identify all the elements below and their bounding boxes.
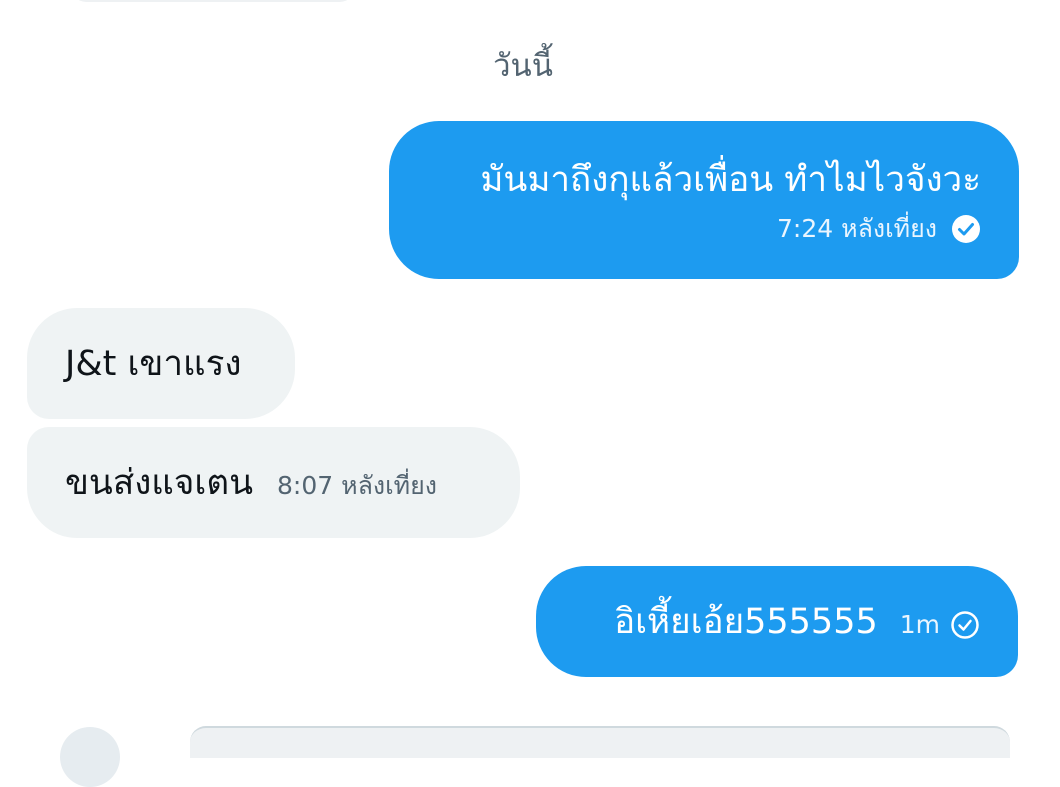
message-timestamp: 8:07 หลังเที่ยง <box>277 470 437 500</box>
incoming-message-bubble[interactable]: J&t เขาแรง <box>27 308 295 419</box>
message-meta: 7:24 หลังเที่ยง <box>427 209 981 249</box>
message-text: มันมาถึงกุแล้วเพื่อน ทำไมไวจังวะ <box>480 160 981 200</box>
check-outline-icon <box>950 610 980 640</box>
message-timestamp: 7:24 หลังเที่ยง <box>777 214 937 243</box>
message-timestamp: 1m <box>899 610 940 639</box>
outgoing-message-bubble[interactable]: อิเหี้ยเอ้ย555555 1m <box>536 566 1018 677</box>
message-text: J&t เขาแรง <box>65 344 242 384</box>
message-composer-edge[interactable] <box>190 726 1010 758</box>
avatar[interactable] <box>60 727 120 787</box>
check-filled-icon <box>951 214 981 244</box>
message-text: ขนส่งแจเตน <box>65 463 253 503</box>
previous-message-bubble-edge <box>72 0 354 2</box>
outgoing-message-bubble[interactable]: มันมาถึงกุแล้วเพื่อน ทำไมไวจังวะ 7:24 หล… <box>389 121 1019 279</box>
date-separator: วันนี้ <box>493 48 553 84</box>
message-meta: 1m <box>900 610 980 640</box>
message-text: อิเหี้ยเอ้ย555555 <box>614 602 878 642</box>
incoming-message-bubble[interactable]: ขนส่งแจเตน 8:07 หลังเที่ยง <box>27 427 520 538</box>
